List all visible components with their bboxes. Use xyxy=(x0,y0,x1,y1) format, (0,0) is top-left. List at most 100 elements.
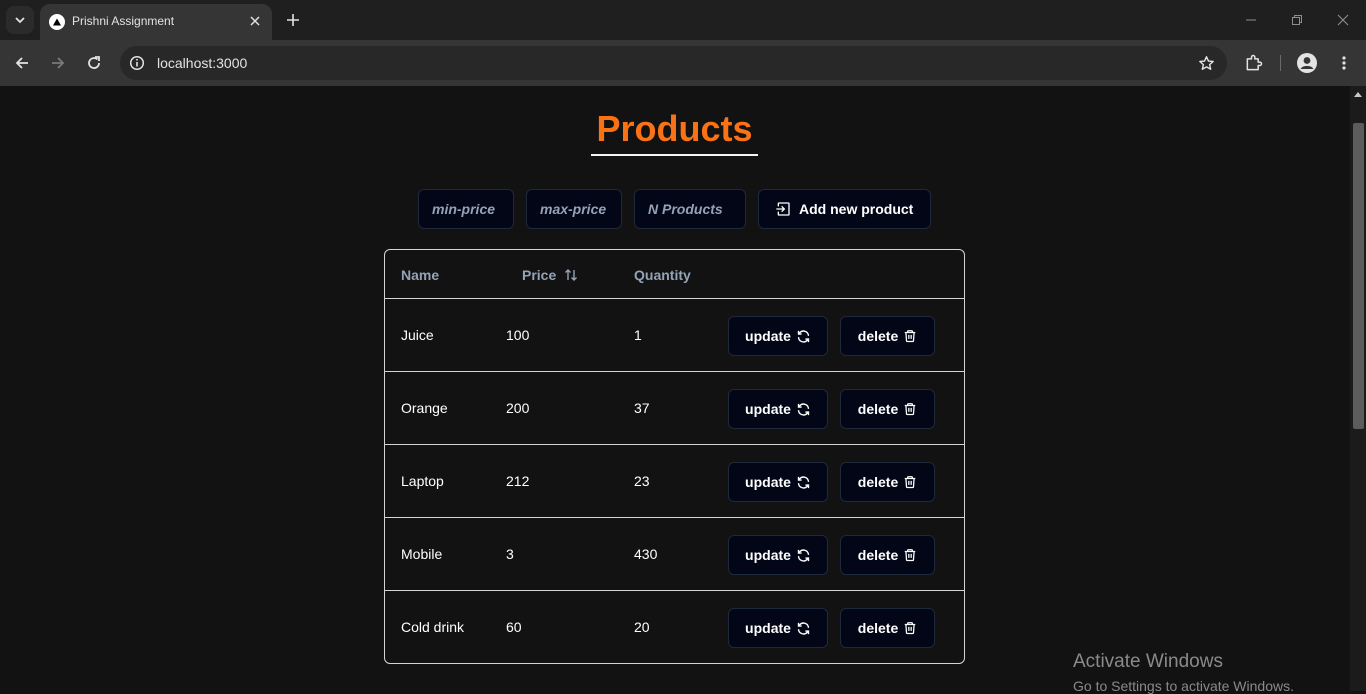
scroll-up-arrow[interactable] xyxy=(1354,92,1362,97)
cell-price: 60 xyxy=(506,619,522,635)
close-icon xyxy=(250,16,260,26)
window-close-button[interactable] xyxy=(1329,8,1357,32)
vertical-scrollbar[interactable] xyxy=(1350,86,1366,691)
delete-label: delete xyxy=(857,328,899,344)
info-icon[interactable] xyxy=(128,54,146,72)
table-row: Laptop 212 23 update delete xyxy=(385,445,964,518)
min-price-placeholder: min-price xyxy=(432,201,496,217)
more-icon[interactable] xyxy=(1332,51,1356,75)
update-label: update xyxy=(745,547,791,563)
tab-title: Prishni Assignment xyxy=(72,14,175,28)
address-bar[interactable]: localhost:3000 xyxy=(120,46,1227,80)
max-price-input[interactable]: max-price xyxy=(526,189,622,229)
cell-name: Mobile xyxy=(401,546,443,562)
scroll-thumb[interactable] xyxy=(1353,123,1364,429)
cell-price: 212 xyxy=(506,473,530,489)
n-products-input[interactable]: N Products xyxy=(634,189,746,229)
refresh-icon xyxy=(797,402,810,416)
minimize-icon xyxy=(1246,19,1256,21)
table-row: Juice 100 1 update delete xyxy=(385,299,964,372)
activate-windows-title: Activate Windows xyxy=(1073,651,1223,672)
update-button[interactable]: update xyxy=(728,316,828,356)
header-name: Name xyxy=(401,267,440,283)
table-row: Mobile 3 430 update delete xyxy=(385,518,964,591)
activate-windows-subtitle: Go to Settings to activate Windows. xyxy=(1073,678,1294,694)
delete-label: delete xyxy=(857,401,899,417)
table-header: Name Price Quantity xyxy=(385,250,964,299)
cell-quantity: 1 xyxy=(634,327,642,343)
reload-button[interactable] xyxy=(82,51,106,75)
title-underline xyxy=(591,154,758,156)
cell-name: Juice xyxy=(401,327,434,343)
update-button[interactable]: update xyxy=(728,389,828,429)
browser-toolbar: localhost:3000 xyxy=(0,40,1366,86)
cell-name: Laptop xyxy=(401,473,444,489)
tab-close-button[interactable] xyxy=(246,12,264,30)
restore-icon xyxy=(1292,15,1302,25)
trash-icon xyxy=(904,403,916,416)
tab-search-button[interactable] xyxy=(6,6,34,34)
table-body: Juice 100 1 update delete Orange 200 37 … xyxy=(385,299,964,663)
page-viewport: Products min-price max-price N Products … xyxy=(0,86,1366,694)
add-new-product-label: Add new product xyxy=(799,201,914,217)
refresh-icon xyxy=(797,548,810,562)
delete-button[interactable]: delete xyxy=(840,535,935,575)
update-button[interactable]: update xyxy=(728,608,828,648)
delete-button[interactable]: delete xyxy=(840,316,935,356)
update-label: update xyxy=(745,328,791,344)
forward-button[interactable] xyxy=(46,51,70,75)
url-text[interactable]: localhost:3000 xyxy=(157,55,247,71)
products-table: Name Price Quantity Juice 100 1 update d… xyxy=(384,249,965,664)
minimize-button[interactable] xyxy=(1237,8,1265,32)
trash-icon xyxy=(904,622,916,635)
trash-icon xyxy=(904,330,916,343)
sort-icon xyxy=(565,269,578,281)
header-price[interactable]: Price xyxy=(522,267,578,283)
page-title: Products xyxy=(596,108,753,149)
back-button[interactable] xyxy=(10,51,34,75)
delete-label: delete xyxy=(857,547,899,563)
refresh-icon xyxy=(797,621,810,635)
login-icon xyxy=(776,202,790,216)
table-row: Cold drink 60 20 update delete xyxy=(385,591,964,663)
close-icon xyxy=(1337,14,1349,26)
trash-icon xyxy=(904,476,916,489)
update-button[interactable]: update xyxy=(728,535,828,575)
delete-button[interactable]: delete xyxy=(840,389,935,429)
profile-icon[interactable] xyxy=(1295,51,1319,75)
cell-quantity: 23 xyxy=(634,473,650,489)
cell-price: 200 xyxy=(506,400,530,416)
browser-tab-bar: Prishni Assignment xyxy=(0,0,1366,40)
cell-quantity: 37 xyxy=(634,400,650,416)
refresh-icon xyxy=(797,475,810,489)
cell-price: 3 xyxy=(506,546,514,562)
update-label: update xyxy=(745,401,791,417)
update-label: update xyxy=(745,620,791,636)
add-new-product-button[interactable]: Add new product xyxy=(758,189,931,229)
new-tab-button[interactable] xyxy=(282,9,304,31)
extensions-icon[interactable] xyxy=(1242,51,1266,75)
forward-icon xyxy=(52,57,65,69)
cell-quantity: 430 xyxy=(634,546,658,562)
chevron-down-icon xyxy=(15,17,25,24)
update-button[interactable]: update xyxy=(728,462,828,502)
table-row: Orange 200 37 update delete xyxy=(385,372,964,445)
header-quantity: Quantity xyxy=(634,267,691,283)
plus-icon xyxy=(287,14,299,26)
header-price-label: Price xyxy=(522,267,557,283)
refresh-icon xyxy=(797,329,810,343)
min-price-input[interactable]: min-price xyxy=(418,189,514,229)
reload-icon xyxy=(88,56,100,69)
update-label: update xyxy=(745,474,791,490)
vercel-logo-icon xyxy=(49,14,65,30)
cell-name: Orange xyxy=(401,400,448,416)
cell-price: 100 xyxy=(506,327,530,343)
delete-button[interactable]: delete xyxy=(840,608,935,648)
restore-button[interactable] xyxy=(1283,8,1311,32)
back-icon xyxy=(15,57,28,69)
star-icon[interactable] xyxy=(1197,54,1215,72)
delete-label: delete xyxy=(857,474,899,490)
delete-button[interactable]: delete xyxy=(840,462,935,502)
browser-tab[interactable]: Prishni Assignment xyxy=(40,4,272,40)
max-price-placeholder: max-price xyxy=(540,201,607,217)
